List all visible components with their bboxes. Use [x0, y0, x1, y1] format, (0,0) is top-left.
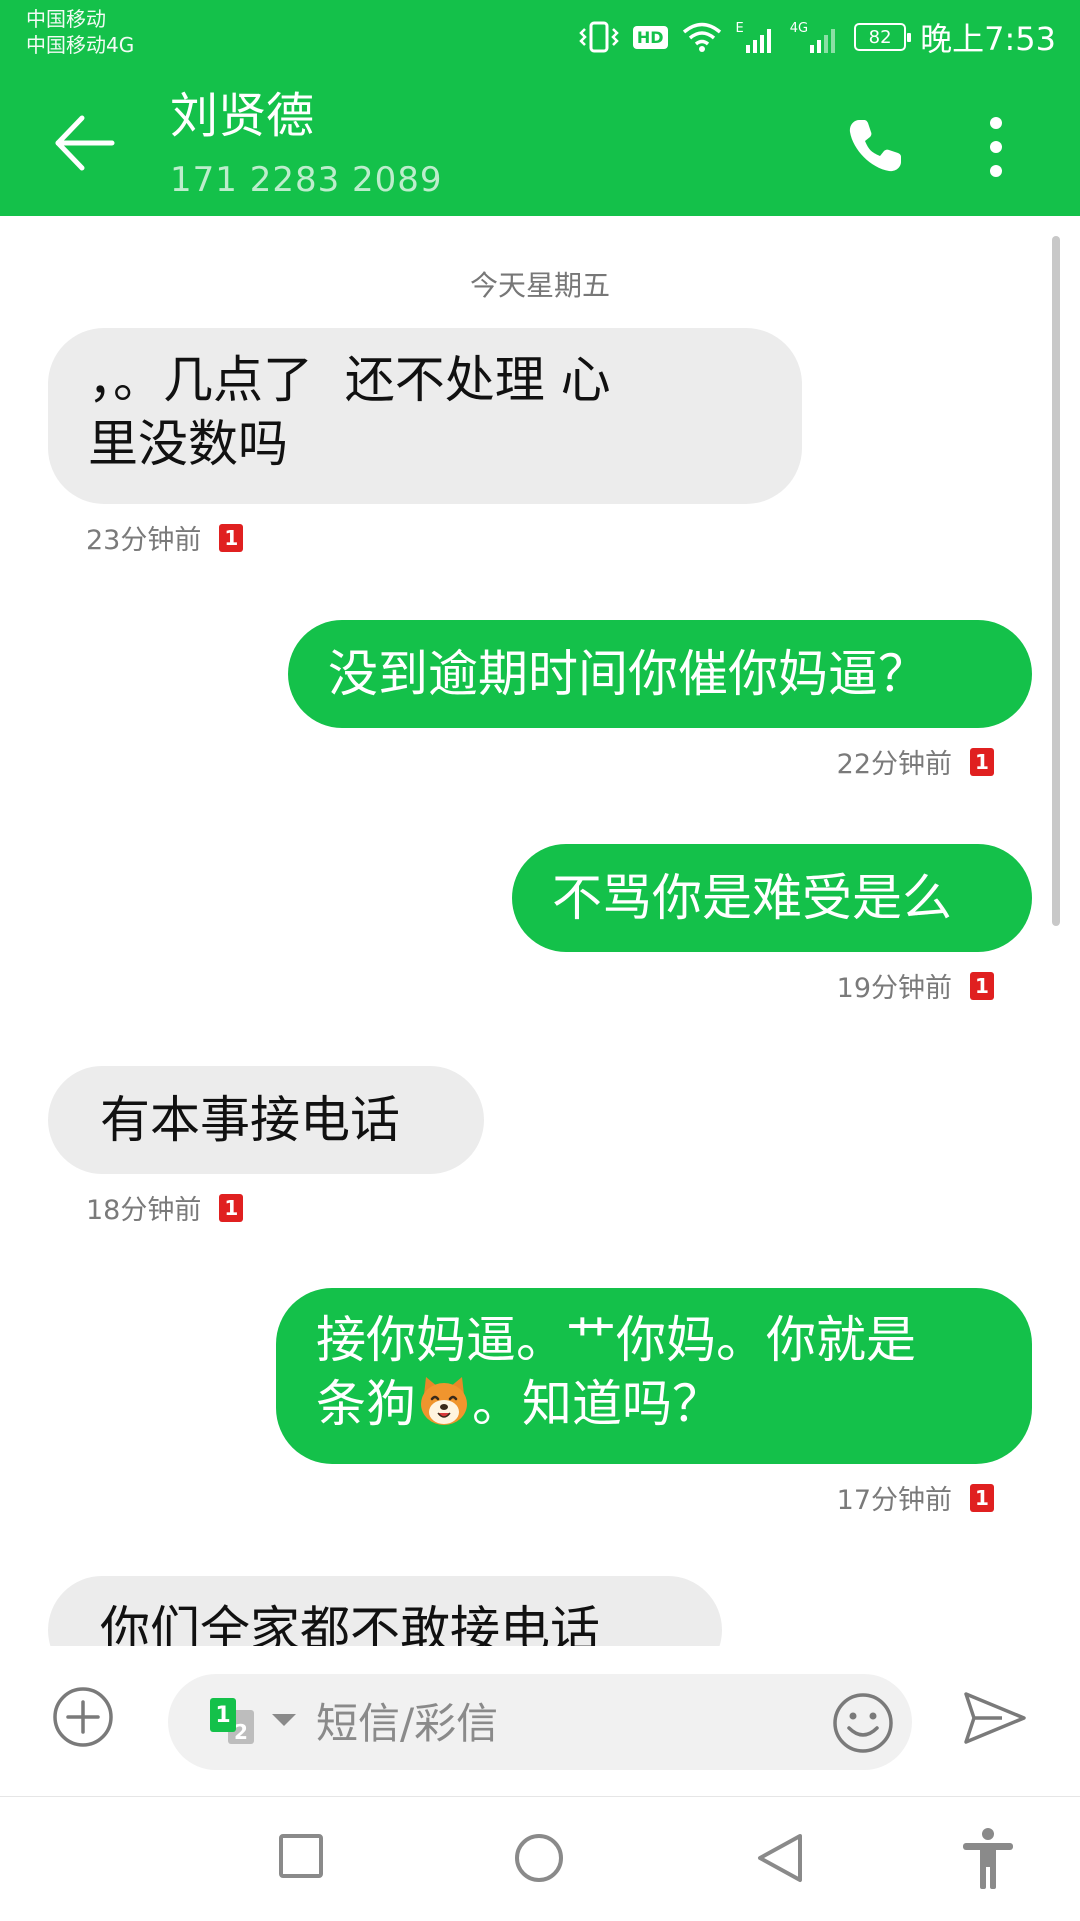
sim-badge: 1: [970, 1483, 994, 1512]
message-meta: 22分钟前 1: [288, 742, 1032, 781]
conversation-header: 刘贤德 171 2283 2089: [0, 72, 1080, 216]
message-text-line: 条狗 。知道吗？: [316, 1375, 722, 1433]
signal-1: E: [736, 21, 776, 53]
signal-bars-icon: [810, 29, 836, 53]
message-text: ，。几点了 还不处理 心: [88, 351, 611, 409]
message-bubble-outgoing[interactable]: 接你妈逼。艹你妈。你就是 条狗 。知道吗？: [276, 1288, 1032, 1464]
message-item[interactable]: 不骂你是难受是么 19分钟前 1: [512, 844, 1032, 1005]
system-navigation-bar: [0, 1796, 1080, 1921]
sim-1-card-icon: 1: [210, 1698, 236, 1732]
scrollbar[interactable]: [1052, 236, 1060, 926]
nav-circle-icon[interactable]: [514, 1833, 564, 1883]
message-time: 22分钟前: [836, 749, 952, 780]
back-arrow-icon[interactable]: [50, 108, 120, 178]
message-item[interactable]: ，。几点了 还不处理 心 里没数吗 23分钟前 1: [48, 328, 802, 557]
message-meta: 23分钟前 1: [48, 518, 802, 557]
message-time: 18分钟前: [86, 1195, 202, 1226]
message-bubble-incoming[interactable]: 有本事接电话: [48, 1066, 484, 1174]
date-separator: 今天星期五: [469, 269, 610, 302]
signal-2: 4G: [790, 21, 840, 53]
message-item[interactable]: 接你妈逼。艹你妈。你就是 条狗 。知道吗？ 17分钟前 1: [276, 1288, 1032, 1517]
chevron-down-icon: [272, 1714, 296, 1726]
message-bubble-outgoing[interactable]: 没到逾期时间你催你妈逼？: [288, 620, 1032, 728]
accessibility-icon[interactable]: [960, 1827, 1016, 1891]
vibrate-icon: [579, 21, 619, 53]
sim-badge: 1: [970, 971, 994, 1000]
phone-icon[interactable]: [845, 116, 905, 176]
sim-selector[interactable]: 2 1: [206, 1696, 304, 1748]
contact-number[interactable]: 171 2283 2089: [170, 160, 443, 200]
dog-face-emoji-icon: [421, 1377, 467, 1425]
message-bubble-outgoing[interactable]: 不骂你是难受是么: [512, 844, 1032, 952]
signal-bars-icon: [745, 29, 771, 53]
status-icons: HD E 4G 82 晚上7:53: [579, 14, 1056, 60]
emoji-icon[interactable]: [832, 1692, 894, 1754]
status-bar: 中国移动 中国移动4G HD E 4G 82 晚上7:53: [0, 0, 1080, 72]
battery-indicator: 82: [854, 23, 912, 51]
nav-square-icon[interactable]: [278, 1833, 324, 1879]
contact-name[interactable]: 刘贤德: [170, 86, 314, 146]
message-meta: 18分钟前 1: [48, 1188, 484, 1227]
carrier-secondary: 中国移动4G: [26, 33, 135, 57]
carrier-primary: 中国移动: [26, 7, 106, 31]
message-text: 没到逾期时间你催你妈逼？: [328, 645, 928, 703]
message-bubble-incoming[interactable]: ，。几点了 还不处理 心 里没数吗: [48, 328, 802, 504]
message-meta: 17分钟前 1: [276, 1478, 1032, 1517]
nav-back-triangle-icon[interactable]: [756, 1833, 804, 1883]
sim-badge: 1: [219, 1193, 244, 1222]
battery-level: 82: [868, 26, 892, 48]
message-list[interactable]: 今天星期五 ，。几点了 还不处理 心 里没数吗 23分钟前 1 没到逾期时间你催…: [0, 216, 1080, 1646]
add-circle-icon[interactable]: [52, 1686, 114, 1748]
compose-field[interactable]: 2 1: [168, 1674, 912, 1770]
compose-bar: 2 1: [0, 1646, 1080, 1796]
status-clock: 晚上7:53: [920, 20, 1056, 58]
message-text: 里没数吗: [88, 415, 288, 473]
message-text: 你们全家都不敢接电话: [100, 1601, 600, 1646]
message-time: 17分钟前: [836, 1485, 952, 1516]
carrier-info: 中国移动 中国移动4G: [26, 6, 134, 58]
message-item[interactable]: 有本事接电话 18分钟前 1: [48, 1066, 484, 1227]
sim-badge: 1: [970, 747, 994, 776]
send-icon[interactable]: [962, 1688, 1028, 1748]
message-text: 接你妈逼。艹你妈。你就是: [316, 1311, 916, 1369]
sim-badge: 1: [219, 523, 244, 552]
message-bubble-incoming[interactable]: 你们全家都不敢接电话: [48, 1576, 722, 1646]
message-text: 有本事接电话: [100, 1091, 400, 1149]
more-vertical-icon[interactable]: [978, 112, 1014, 182]
message-item[interactable]: 你们全家都不敢接电话: [48, 1576, 722, 1646]
message-text: 不骂你是难受是么: [552, 869, 952, 927]
message-item[interactable]: 没到逾期时间你催你妈逼？ 22分钟前 1: [288, 620, 1032, 781]
hd-badge: HD: [632, 25, 668, 49]
message-time: 19分钟前: [836, 973, 952, 1004]
message-meta: 19分钟前 1: [512, 966, 1032, 1005]
wifi-icon: [682, 22, 721, 52]
message-time: 23分钟前: [86, 525, 202, 556]
message-input[interactable]: [314, 1688, 788, 1758]
